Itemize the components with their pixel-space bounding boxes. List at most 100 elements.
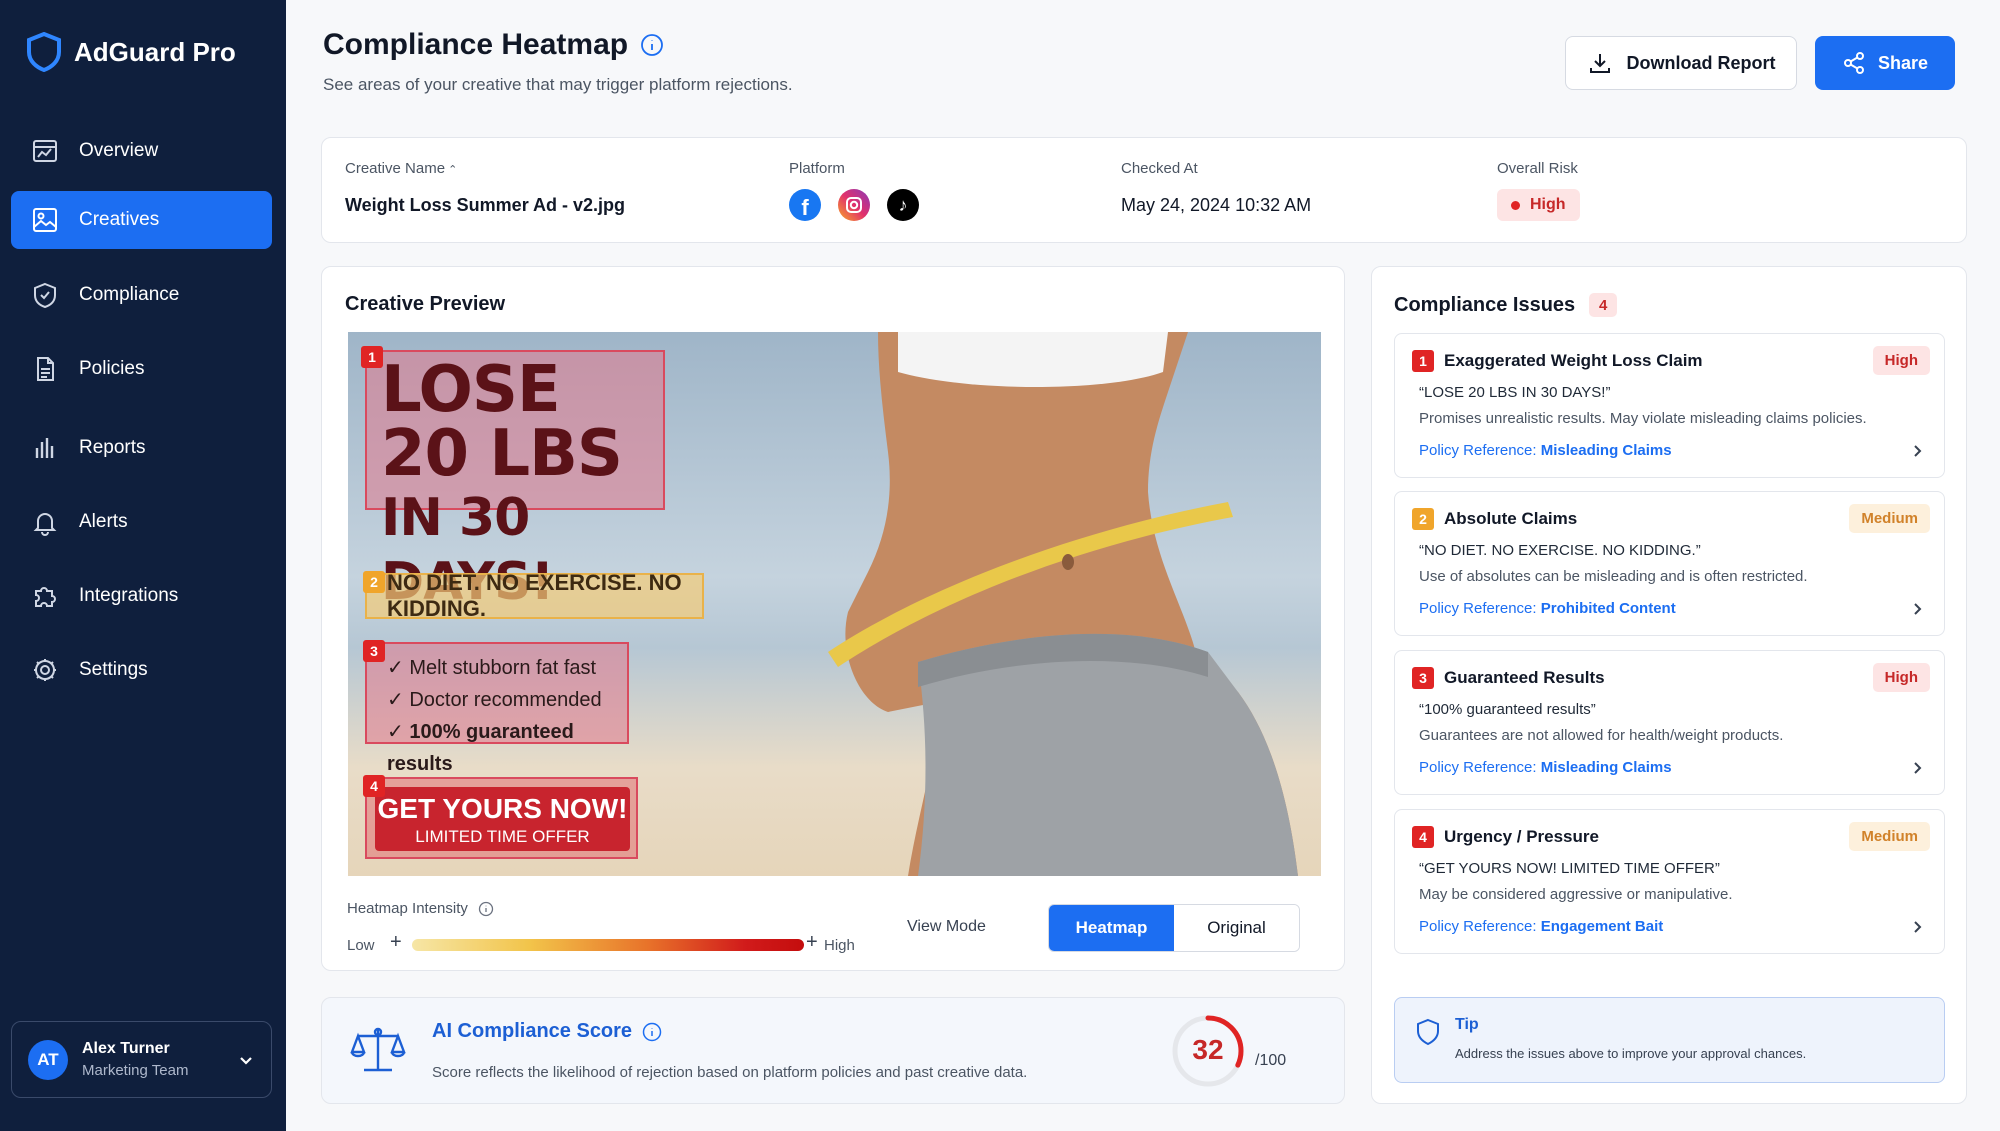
sidebar-item-label: Reports [79, 437, 146, 458]
zone-number: 3 [363, 640, 385, 662]
checked-at-field: Checked At May 24, 2024 10:32 AM [1121, 160, 1311, 216]
headline-line-2: 20 LBS [381, 417, 623, 491]
policy-reference-link[interactable]: Policy Reference: Misleading Claims [1419, 442, 1672, 459]
creative-name: Weight Loss Summer Ad - v2.jpg [345, 195, 626, 215]
tip-box: Tip Address the issues above to improve … [1394, 997, 1945, 1083]
sidebar-item-label: Compliance [79, 284, 180, 305]
info-icon[interactable] [478, 901, 494, 917]
sidebar-item-reports[interactable]: Reports [11, 419, 272, 477]
user-team: Marketing Team [82, 1062, 189, 1079]
heatmap-zone-2[interactable]: 2 NO DIET. NO EXERCISE. NO KIDDING. [363, 570, 704, 621]
issue-description: Guarantees are not allowed for health/we… [1419, 727, 1784, 744]
sidebar-item-label: Creatives [79, 209, 160, 230]
share-button[interactable]: Share [1815, 36, 1955, 90]
heatmap-intensity-bar [412, 939, 804, 951]
creative-info-bar: Creative Name ⌃ Weight Loss Summer Ad - … [321, 137, 1967, 243]
check-icon: ✓ [387, 657, 410, 679]
sidebar-item-label: Settings [79, 659, 148, 680]
overall-risk-field: Overall Risk High [1497, 160, 1580, 221]
avatar: AT [28, 1039, 68, 1080]
chevron-right-icon[interactable] [1910, 761, 1924, 775]
creative-name-field: Creative Name ⌃ Weight Loss Summer Ad - … [345, 160, 625, 216]
issues-header: Compliance Issues 4 [1394, 293, 1618, 317]
issues-title: Compliance Issues [1394, 293, 1576, 316]
heatmap-zone-3[interactable]: 3 ✓ Melt stubborn fat fast ✓ Doctor reco… [363, 640, 629, 775]
score-value: 32 [1192, 1034, 1224, 1065]
chevron-right-icon[interactable] [1910, 602, 1924, 616]
policy-reference-link[interactable]: Policy Reference: Prohibited Content [1419, 600, 1676, 617]
sidebar-item-integrations[interactable]: Integrations [11, 567, 272, 625]
page-subtitle: See areas of your creative that may trig… [323, 75, 793, 94]
issue-item[interactable]: 2 Absolute Claims Medium “NO DIET. NO EX… [1394, 491, 1945, 636]
issue-description: Use of absolutes can be misleading and i… [1419, 568, 1808, 585]
info-icon[interactable] [640, 33, 664, 57]
sidebar-item-label: Policies [79, 358, 145, 379]
chevron-right-icon[interactable] [1910, 444, 1924, 458]
cta-banner: GET YOURS NOW! LIMITED TIME OFFER [375, 787, 630, 851]
cta-main-text: GET YOURS NOW! [377, 793, 628, 824]
issue-quote: “NO DIET. NO EXERCISE. NO KIDDING.” [1419, 542, 1701, 559]
check-icon: ✓ [387, 689, 410, 711]
puzzle-icon [35, 587, 56, 607]
ai-compliance-score-card: AI Compliance Score Score reflects the l… [321, 997, 1345, 1104]
creative-image[interactable]: 1 LOSE 20 LBS IN 30 DAYS! 2 NO DIET. NO … [348, 332, 1321, 876]
bell-icon [33, 513, 57, 536]
score-description: Score reflects the likelihood of rejecti… [432, 1064, 1028, 1081]
sidebar-item-compliance[interactable]: Compliance [11, 266, 272, 324]
user-menu[interactable]: AT Alex Turner Marketing Team [11, 1021, 272, 1098]
severity-badge: Medium [1849, 822, 1930, 851]
page-title-text: Compliance Heatmap [323, 28, 629, 61]
score-max: /100 [1255, 1052, 1287, 1069]
sidebar-item-alerts[interactable]: Alerts [11, 493, 272, 551]
page-title: Compliance Heatmap [323, 28, 664, 62]
download-report-button[interactable]: Download Report [1565, 36, 1797, 90]
sidebar-item-creatives[interactable]: Creatives [11, 191, 272, 249]
issue-item[interactable]: 1 Exaggerated Weight Loss Claim High “LO… [1394, 333, 1945, 478]
user-info: Alex Turner Marketing Team [82, 1040, 188, 1079]
view-original-button[interactable]: Original [1174, 905, 1299, 951]
heatmap-zone-4[interactable]: 4 GET YOURS NOW! LIMITED TIME OFFER [363, 775, 638, 859]
tip-title: Tip [1455, 1016, 1479, 1033]
issue-item[interactable]: 3 Guaranteed Results High “100% guarante… [1394, 650, 1945, 795]
plus-icon: + [390, 931, 402, 953]
sidebar: AdGuard Pro Overview Creatives Complianc… [0, 0, 286, 1131]
risk-badge: High [1497, 189, 1580, 221]
brand[interactable]: AdGuard Pro [26, 32, 236, 72]
checked-at: May 24, 2024 10:32 AM [1121, 195, 1312, 215]
issue-title: Absolute Claims [1444, 509, 1578, 528]
heatmap-zone-1[interactable]: 1 LOSE 20 LBS IN 30 DAYS! [361, 346, 665, 612]
platform-label: Platform [789, 160, 845, 177]
issue-item[interactable]: 4 Urgency / Pressure Medium “GET YOURS N… [1394, 809, 1945, 954]
brand-name: AdGuard Pro [74, 36, 236, 67]
sidebar-item-settings[interactable]: Settings [11, 641, 272, 699]
view-heatmap-button[interactable]: Heatmap [1049, 905, 1174, 951]
shield-icon [1417, 1018, 1439, 1046]
policy-reference-link[interactable]: Policy Reference: Misleading Claims [1419, 759, 1672, 776]
risk-value: High [1530, 196, 1566, 213]
instagram-icon [838, 189, 870, 221]
creative-name-label[interactable]: Creative Name ⌃ [345, 160, 625, 177]
chevron-right-icon[interactable] [1910, 920, 1924, 934]
subheadline-text: NO DIET. NO EXERCISE. NO KIDDING. [387, 570, 682, 621]
headline-line-1: LOSE [381, 353, 561, 427]
benefit-item: ✓ Doctor recommended [387, 689, 602, 711]
issue-header: 2 Absolute Claims [1412, 508, 1577, 530]
heatmap-high-label: High [824, 937, 855, 954]
checked-at-label: Checked At [1121, 160, 1198, 177]
policy-reference-link[interactable]: Policy Reference: Engagement Bait [1419, 918, 1663, 935]
sidebar-item-overview[interactable]: Overview [11, 122, 272, 180]
creative-preview-card: Creative Preview 1 LOSE 20 LBS IN 30 DAY… [321, 266, 1345, 971]
info-icon[interactable] [642, 1022, 662, 1042]
platform-icons: f ♪ [789, 189, 919, 221]
cta-sub-text: LIMITED TIME OFFER [415, 827, 590, 846]
sidebar-item-policies[interactable]: Policies [11, 340, 272, 398]
shield-check-icon [34, 282, 56, 309]
check-icon: ✓ [387, 721, 410, 743]
overview-icon [33, 140, 57, 162]
issue-title: Guaranteed Results [1444, 668, 1605, 687]
document-icon [37, 357, 54, 381]
issue-quote: “100% guaranteed results” [1419, 701, 1596, 718]
zone-number: 1 [361, 346, 383, 368]
view-mode-label: View Mode [907, 918, 986, 935]
issue-header: 1 Exaggerated Weight Loss Claim [1412, 350, 1703, 372]
